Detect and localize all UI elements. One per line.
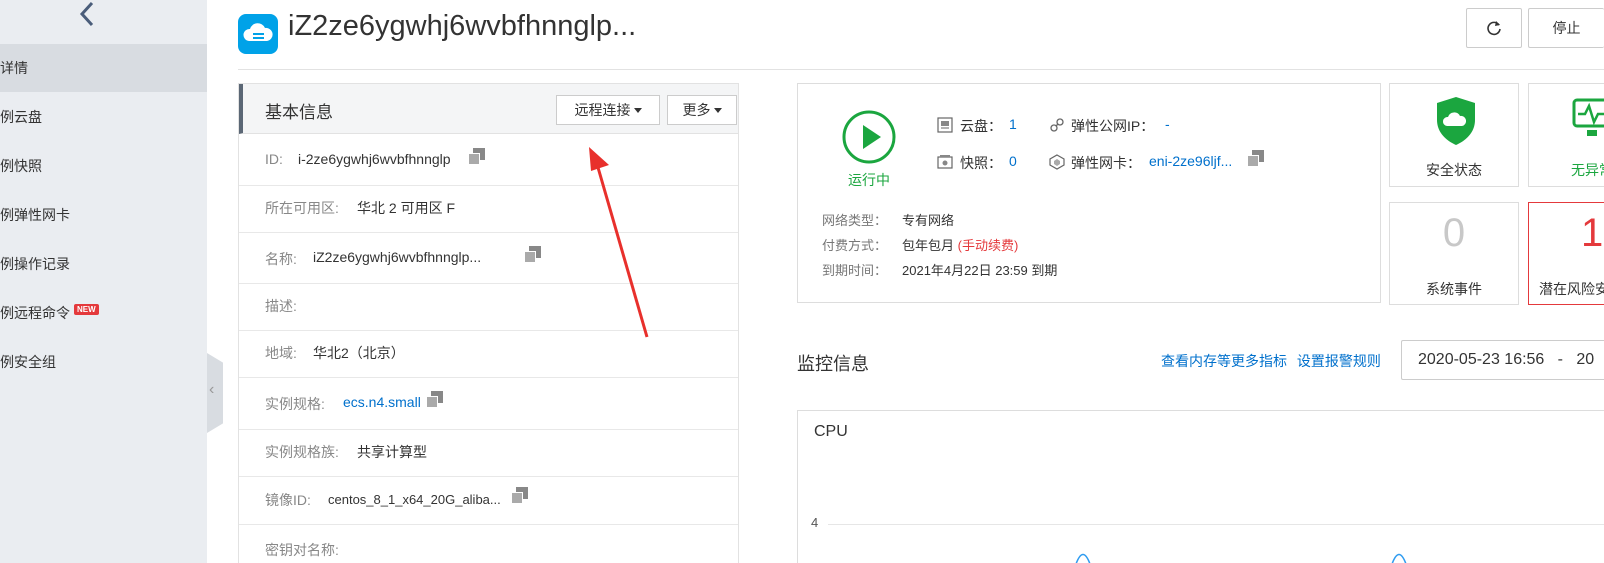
- potential-risk-label: 潜在风险安: [1539, 281, 1604, 297]
- row-divider: [239, 185, 738, 186]
- row-divider: [239, 524, 738, 525]
- network-card-icon: [1049, 154, 1065, 170]
- eni-label: 弹性网卡：: [1071, 155, 1141, 171]
- sidebar-item-security-group[interactable]: 例安全组: [0, 338, 207, 386]
- new-badge: NEW: [74, 304, 99, 315]
- sidebar-item-details[interactable]: 详情: [0, 44, 207, 92]
- cpu-chart-panel: CPU 4: [797, 410, 1604, 563]
- potential-risk-tile[interactable]: 1 潜在风险安: [1528, 202, 1604, 305]
- sidebar-item-operation-log[interactable]: 例操作记录: [0, 240, 207, 288]
- red-arrow-annotation: [589, 147, 649, 338]
- keypair-label: 密钥对名称:: [265, 542, 339, 558]
- image-id-value: centos_8_1_x64_20G_aliba...: [328, 492, 501, 507]
- cpu-chart-title: CPU: [814, 423, 848, 440]
- monitoring-title: 监控信息: [797, 354, 869, 374]
- instance-status-card: 运行中 云盘： 1 快照： 0 弹性公网IP： - 弹性网卡： eni-2ze9…: [797, 83, 1381, 303]
- row-divider: [239, 330, 738, 331]
- caret-down-icon: [713, 108, 722, 113]
- snapshot-count-link[interactable]: 0: [1009, 153, 1017, 169]
- manual-renew-note: (手动续费): [957, 238, 1019, 253]
- sidebar-item-eni[interactable]: 例弹性网卡: [0, 191, 207, 239]
- date-range-input[interactable]: 2020-05-23 16:56 - 20: [1401, 340, 1604, 380]
- copy-icon[interactable]: [468, 148, 485, 165]
- y-tick-label: 4: [811, 515, 819, 530]
- snapshot-label: 快照：: [960, 155, 1002, 171]
- instance-family-label: 实例规格族:: [265, 444, 339, 460]
- stop-button[interactable]: 停止: [1528, 8, 1604, 48]
- id-label: ID:: [265, 151, 283, 167]
- snapshot-icon: [937, 155, 953, 169]
- running-status-label: 运行中: [848, 172, 890, 188]
- running-play-icon: [842, 110, 896, 164]
- name-label: 名称:: [265, 251, 297, 267]
- billing-value: 包年包月 (手动续费): [902, 238, 1019, 253]
- copy-icon[interactable]: [511, 487, 528, 504]
- expire-value: 2021年4月22日 23:59 到期: [902, 263, 1058, 278]
- sidebar-item-disks[interactable]: 例云盘: [0, 93, 207, 141]
- header-divider: [238, 69, 1604, 70]
- copy-icon[interactable]: [1247, 150, 1264, 167]
- system-events-label: 系统事件: [1426, 281, 1482, 297]
- instance-type-label: 实例规格:: [265, 396, 325, 412]
- instance-type-link[interactable]: ecs.n4.small: [343, 394, 421, 410]
- cloud-server-icon: [238, 14, 278, 54]
- refresh-icon: [1487, 21, 1501, 36]
- expire-label: 到期时间：: [822, 263, 888, 278]
- row-divider: [239, 476, 738, 477]
- alarm-rules-link[interactable]: 设置报警规则: [1297, 353, 1381, 369]
- eip-value: -: [1165, 116, 1170, 132]
- eip-label: 弹性公网IP：: [1071, 118, 1155, 134]
- page-title: iZ2ze6ygwhj6wvbfhnnglp...: [288, 10, 637, 42]
- shield-cloud-icon: [1437, 97, 1475, 145]
- more-button[interactable]: 更多: [667, 95, 737, 125]
- chart-gridline: [828, 524, 1604, 525]
- row-divider: [239, 377, 738, 378]
- more-metrics-link[interactable]: 查看内存等更多指标: [1161, 353, 1287, 369]
- copy-icon[interactable]: [524, 246, 541, 263]
- back-chevron-icon[interactable]: [76, 0, 100, 30]
- instance-family-value: 共享计算型: [357, 444, 427, 460]
- image-id-label: 镜像ID:: [265, 492, 311, 508]
- security-status-label: 安全状态: [1426, 162, 1482, 178]
- monitor-pulse-icon: [1572, 98, 1604, 136]
- no-abnormal-label: 无异常: [1571, 162, 1604, 178]
- sidebar-item-snapshots[interactable]: 例快照: [0, 142, 207, 190]
- zone-value: 华北 2 可用区 F: [357, 200, 456, 216]
- chevron-left-icon: ‹: [209, 381, 215, 398]
- refresh-button[interactable]: [1466, 8, 1522, 48]
- caret-down-icon: [633, 108, 642, 113]
- disk-icon: [937, 117, 953, 133]
- zone-label: 所在可用区:: [265, 200, 339, 216]
- copy-icon[interactable]: [426, 391, 443, 408]
- system-events-tile[interactable]: 0 系统事件: [1389, 202, 1519, 305]
- link-icon: [1050, 118, 1064, 132]
- row-divider: [239, 232, 738, 233]
- network-type-label: 网络类型：: [822, 213, 888, 228]
- description-label: 描述:: [265, 298, 297, 314]
- sidebar: 详情 例云盘 例快照 例弹性网卡 例操作记录 例远程命令 NEW 例安全组: [0, 0, 207, 563]
- security-status-tile[interactable]: 安全状态: [1389, 83, 1519, 187]
- region-label: 地域:: [265, 345, 297, 361]
- region-value: 华北2（北京）: [313, 345, 405, 361]
- no-abnormal-tile[interactable]: 无异常: [1528, 83, 1604, 187]
- disk-label: 云盘：: [960, 118, 1002, 134]
- cpu-series-line: [1075, 553, 1407, 563]
- monitoring-links: 查看内存等更多指标 设置报警规则: [1161, 351, 1387, 371]
- network-type-value: 专有网络: [902, 213, 955, 228]
- row-divider: [239, 283, 738, 284]
- system-events-count: 0: [1442, 211, 1466, 255]
- row-divider: [239, 429, 738, 430]
- sidebar-item-remote-command[interactable]: 例远程命令 NEW: [0, 289, 207, 337]
- basic-info-header: 基本信息 远程连接 更多: [239, 84, 738, 134]
- eni-link[interactable]: eni-2ze96ljf...: [1149, 153, 1232, 169]
- billing-label: 付费方式：: [822, 238, 888, 253]
- potential-risk-count: 1: [1581, 211, 1604, 255]
- basic-info-title: 基本信息: [265, 103, 333, 122]
- sidebar-collapse-handle[interactable]: ‹: [207, 353, 223, 433]
- disk-count-link[interactable]: 1: [1009, 116, 1017, 132]
- id-value: i-2ze6ygwhj6wvbfhnnglp: [298, 151, 451, 167]
- remote-connect-button[interactable]: 远程连接: [556, 95, 660, 125]
- basic-info-panel: 基本信息 远程连接 更多 ID: i-2ze6ygwhj6wvbfhnnglp …: [238, 83, 739, 563]
- name-value: iZ2ze6ygwhj6wvbfhnnglp...: [313, 249, 482, 265]
